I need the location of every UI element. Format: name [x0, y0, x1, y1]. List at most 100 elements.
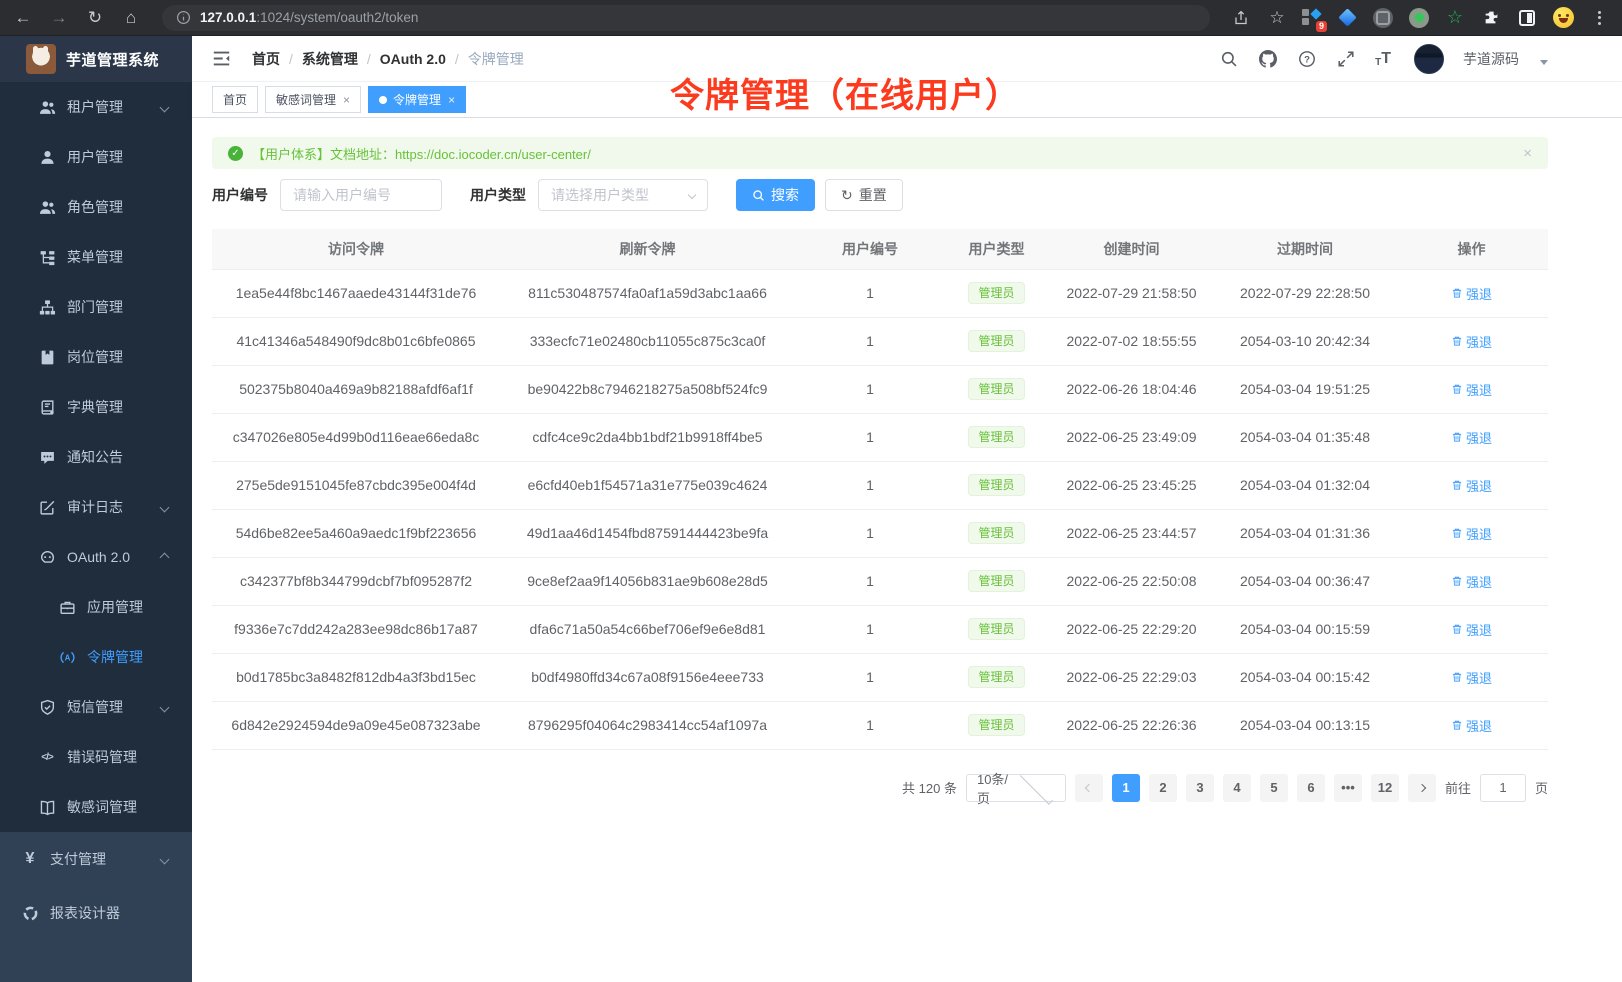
extension-icon[interactable]: 9: [1302, 8, 1322, 28]
sidebar-item-oauth-token[interactable]: A 令牌管理: [0, 632, 192, 682]
force-logout-button[interactable]: 强退: [1451, 620, 1492, 639]
close-icon[interactable]: ×: [343, 93, 350, 107]
user-avatar[interactable]: [1414, 44, 1444, 74]
goto-page-input[interactable]: [1480, 774, 1526, 802]
sidebar-item-audit-log[interactable]: 审计日志: [0, 482, 192, 532]
home-icon[interactable]: ⌂: [120, 7, 142, 29]
user-id-cell: 1: [795, 413, 945, 461]
page-button-2[interactable]: 2: [1149, 774, 1177, 802]
next-page-button[interactable]: [1408, 774, 1436, 802]
username[interactable]: 芋道源码: [1463, 49, 1519, 69]
page-button-6[interactable]: 6: [1297, 774, 1325, 802]
sidebar-item-errcode[interactable]: </> 错误码管理: [0, 732, 192, 782]
github-icon[interactable]: [1258, 49, 1278, 69]
user-type-cell: 管理员: [945, 461, 1048, 509]
tab-label: 敏感词管理: [276, 91, 336, 108]
force-logout-button[interactable]: 强退: [1451, 572, 1492, 591]
force-logout-button[interactable]: 强退: [1451, 380, 1492, 399]
breadcrumb-separator: /: [289, 51, 293, 67]
address-bar[interactable]: 127.0.0.1:1024/system/oauth2/token: [162, 5, 1210, 31]
alert-close-icon[interactable]: ×: [1523, 145, 1532, 162]
total-count: 共 120 条: [902, 778, 957, 797]
user-id-input[interactable]: [280, 179, 442, 211]
prev-page-button[interactable]: [1075, 774, 1103, 802]
access-token-cell: 54d6be82ee5a460a9aedc1f9bf223656: [212, 509, 500, 557]
help-icon[interactable]: ?: [1297, 49, 1317, 69]
sidebar-item-role[interactable]: 角色管理: [0, 182, 192, 232]
search-icon: [752, 189, 765, 202]
sidebar: 芋道管理系统 租户管理 用户管理 角色管理: [0, 36, 192, 982]
sidebar-item-sensitive-word[interactable]: 敏感词管理: [0, 782, 192, 832]
force-logout-button[interactable]: 强退: [1451, 476, 1492, 495]
page-size-select[interactable]: 10条/页: [966, 774, 1066, 802]
force-logout-button[interactable]: 强退: [1451, 284, 1492, 303]
doc-link[interactable]: https://doc.iocoder.cn/user-center/: [395, 147, 591, 162]
recorder-extension-icon[interactable]: [1408, 7, 1430, 29]
user-menu-caret-icon[interactable]: [1540, 60, 1548, 65]
bookmark-star-icon[interactable]: ☆: [1266, 7, 1288, 29]
user-type-cell: 管理员: [945, 605, 1048, 653]
reset-button[interactable]: ↻ 重置: [825, 179, 903, 211]
force-logout-button[interactable]: 强退: [1451, 668, 1492, 687]
refresh-icon: ↻: [841, 188, 853, 202]
logo[interactable]: 芋道管理系统: [0, 36, 192, 82]
created-cell: 2022-07-29 21:58:50: [1048, 269, 1215, 317]
page-button-5[interactable]: 5: [1260, 774, 1288, 802]
sidebar-item-oauth-app[interactable]: 应用管理: [0, 582, 192, 632]
force-logout-label: 强退: [1466, 524, 1492, 543]
sidebar-item-label: 角色管理: [67, 197, 123, 217]
expires-cell: 2054-03-10 20:42:34: [1215, 317, 1395, 365]
browser-menu-icon[interactable]: [1588, 7, 1610, 29]
page-button-1[interactable]: 1: [1112, 774, 1140, 802]
sidebar-item-pay[interactable]: ¥ 支付管理: [0, 832, 192, 886]
sidebar-item-menu[interactable]: 菜单管理: [0, 232, 192, 282]
share-icon[interactable]: [1230, 7, 1252, 29]
breadcrumb-home[interactable]: 首页: [252, 49, 280, 69]
sidebar-item-user[interactable]: 用户管理: [0, 132, 192, 182]
forward-icon[interactable]: →: [48, 7, 70, 29]
table-row: 275e5de9151045fe87cbdc395e004f4d e6cfd40…: [212, 461, 1548, 509]
reading-list-icon[interactable]: [1516, 7, 1538, 29]
sidebar-item-dict[interactable]: 字典管理: [0, 382, 192, 432]
svg-text:A: A: [64, 653, 70, 662]
system-submenu: 租户管理 用户管理 角色管理 菜单管理: [0, 82, 192, 832]
close-icon[interactable]: ×: [448, 93, 455, 107]
sidebar-item-report-designer[interactable]: 报表设计器: [0, 886, 192, 940]
breadcrumb-system[interactable]: 系统管理: [302, 49, 358, 69]
user-type-select[interactable]: 请选择用户类型: [538, 179, 708, 211]
command-extension-icon[interactable]: [1372, 7, 1394, 29]
reload-icon[interactable]: ↻: [84, 7, 106, 29]
page-ellipsis[interactable]: •••: [1334, 774, 1362, 802]
tab-oauth-token[interactable]: 令牌管理 ×: [368, 86, 466, 113]
page-button-3[interactable]: 3: [1186, 774, 1214, 802]
force-logout-button[interactable]: 强退: [1451, 332, 1492, 351]
page-button-4[interactable]: 4: [1223, 774, 1251, 802]
force-logout-button[interactable]: 强退: [1451, 524, 1492, 543]
sidebar-item-post[interactable]: 岗位管理: [0, 332, 192, 382]
collapse-sidebar-icon[interactable]: [210, 48, 232, 70]
font-size-icon[interactable]: TT: [1375, 50, 1391, 68]
sidebar-item-tenant[interactable]: 租户管理: [0, 82, 192, 132]
profile-avatar-icon[interactable]: [1552, 7, 1574, 29]
sidebar-item-notice[interactable]: 通知公告: [0, 432, 192, 482]
message-icon: [38, 448, 56, 466]
back-icon[interactable]: ←: [12, 7, 34, 29]
breadcrumb-oauth[interactable]: OAuth 2.0: [380, 51, 446, 67]
tab-sensitive-word[interactable]: 敏感词管理 ×: [265, 86, 361, 113]
force-logout-button[interactable]: 强退: [1451, 428, 1492, 447]
force-logout-button[interactable]: 强退: [1451, 716, 1492, 735]
force-logout-label: 强退: [1466, 284, 1492, 303]
breadcrumb-separator: /: [455, 51, 459, 67]
tab-home[interactable]: 首页: [212, 86, 258, 113]
fullscreen-icon[interactable]: [1336, 49, 1356, 69]
sidebar-item-dept[interactable]: 部门管理: [0, 282, 192, 332]
main: 令牌管理（在线用户） 首页 / 系统管理 / OAuth 2.0 / 令牌管理: [192, 36, 1622, 982]
sidebar-item-oauth[interactable]: OAuth 2.0: [0, 532, 192, 582]
search-button[interactable]: 搜索: [736, 179, 815, 211]
search-icon[interactable]: [1219, 49, 1239, 69]
gem-extension-icon[interactable]: [1336, 7, 1358, 29]
star-extension-icon[interactable]: ☆: [1444, 7, 1466, 29]
sidebar-item-sms[interactable]: 短信管理: [0, 682, 192, 732]
puzzle-extensions-icon[interactable]: [1480, 7, 1502, 29]
page-button-12[interactable]: 12: [1371, 774, 1399, 802]
